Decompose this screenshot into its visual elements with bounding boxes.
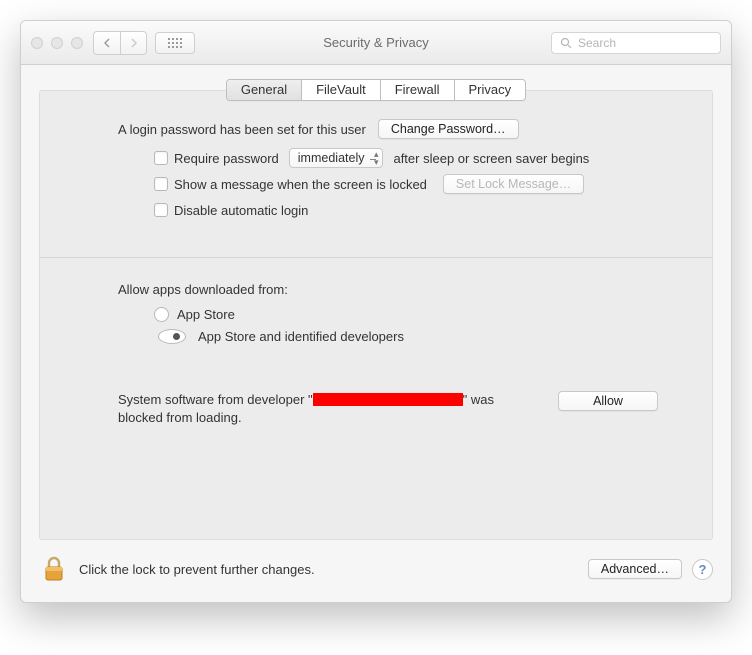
- require-password-delay-select[interactable]: immediately ▴▾: [289, 148, 384, 168]
- allow-button[interactable]: Allow: [558, 391, 658, 411]
- section-divider: [40, 257, 712, 258]
- tab-general[interactable]: General: [227, 80, 301, 100]
- back-button[interactable]: [94, 32, 120, 54]
- content-area: General FileVault Firewall Privacy A log…: [21, 65, 731, 540]
- login-password-heading: A login password has been set for this u…: [118, 122, 366, 137]
- tab-privacy[interactable]: Privacy: [454, 80, 526, 100]
- allow-apps-heading: Allow apps downloaded from:: [118, 282, 682, 297]
- tab-firewall[interactable]: Firewall: [380, 80, 454, 100]
- help-button[interactable]: ?: [692, 559, 713, 580]
- show-message-row: Show a message when the screen is locked…: [154, 171, 682, 197]
- lock-text: Click the lock to prevent further change…: [79, 562, 315, 577]
- show-all-button[interactable]: [155, 32, 195, 54]
- radio-app-store-and-developers[interactable]: [158, 329, 186, 344]
- blocked-software-text: System software from developer "" was bl…: [118, 391, 538, 426]
- footer: Click the lock to prevent further change…: [21, 540, 731, 602]
- blocked-software-row: System software from developer "" was bl…: [118, 391, 682, 426]
- advanced-button[interactable]: Advanced…: [588, 559, 682, 579]
- allow-apps-radio-group: App Store App Store and identified devel…: [154, 303, 682, 347]
- change-password-button[interactable]: Change Password…: [378, 119, 519, 139]
- close-icon[interactable]: [31, 37, 43, 49]
- require-password-checkbox[interactable]: [154, 151, 168, 165]
- require-password-label-post: after sleep or screen saver begins: [393, 151, 589, 166]
- set-lock-message-button: Set Lock Message…: [443, 174, 584, 194]
- tab-bar: General FileVault Firewall Privacy: [39, 79, 713, 101]
- traffic-lights: [31, 37, 83, 49]
- nav-back-forward: [93, 31, 147, 55]
- forward-button[interactable]: [120, 32, 146, 54]
- general-panel: A login password has been set for this u…: [39, 90, 713, 540]
- radio-app-store-and-developers-label: App Store and identified developers: [198, 329, 404, 344]
- show-message-checkbox[interactable]: [154, 177, 168, 191]
- require-password-row: Require password immediately ▴▾ after sl…: [154, 145, 682, 171]
- radio-app-store-label: App Store: [177, 307, 235, 322]
- titlebar: Security & Privacy: [21, 21, 731, 65]
- zoom-icon[interactable]: [71, 37, 83, 49]
- require-password-label-pre: Require password: [174, 151, 279, 166]
- allow-apps-section: Allow apps downloaded from: App Store Ap…: [118, 282, 682, 347]
- search-field[interactable]: [551, 32, 721, 54]
- show-message-label: Show a message when the screen is locked: [174, 177, 427, 192]
- disable-auto-login-row: Disable automatic login: [154, 197, 682, 223]
- radio-app-store[interactable]: [154, 307, 169, 322]
- tab-segmented: General FileVault Firewall Privacy: [226, 79, 526, 101]
- search-icon: [560, 37, 572, 49]
- developer-name-redacted: [313, 393, 463, 406]
- security-privacy-window: Security & Privacy General FileVault Fir…: [20, 20, 732, 603]
- lock-icon[interactable]: [39, 552, 69, 586]
- login-password-section: A login password has been set for this u…: [118, 119, 682, 223]
- tab-filevault[interactable]: FileVault: [301, 80, 380, 100]
- disable-auto-login-checkbox[interactable]: [154, 203, 168, 217]
- search-input[interactable]: [576, 35, 712, 51]
- minimize-icon[interactable]: [51, 37, 63, 49]
- disable-auto-login-label: Disable automatic login: [174, 203, 308, 218]
